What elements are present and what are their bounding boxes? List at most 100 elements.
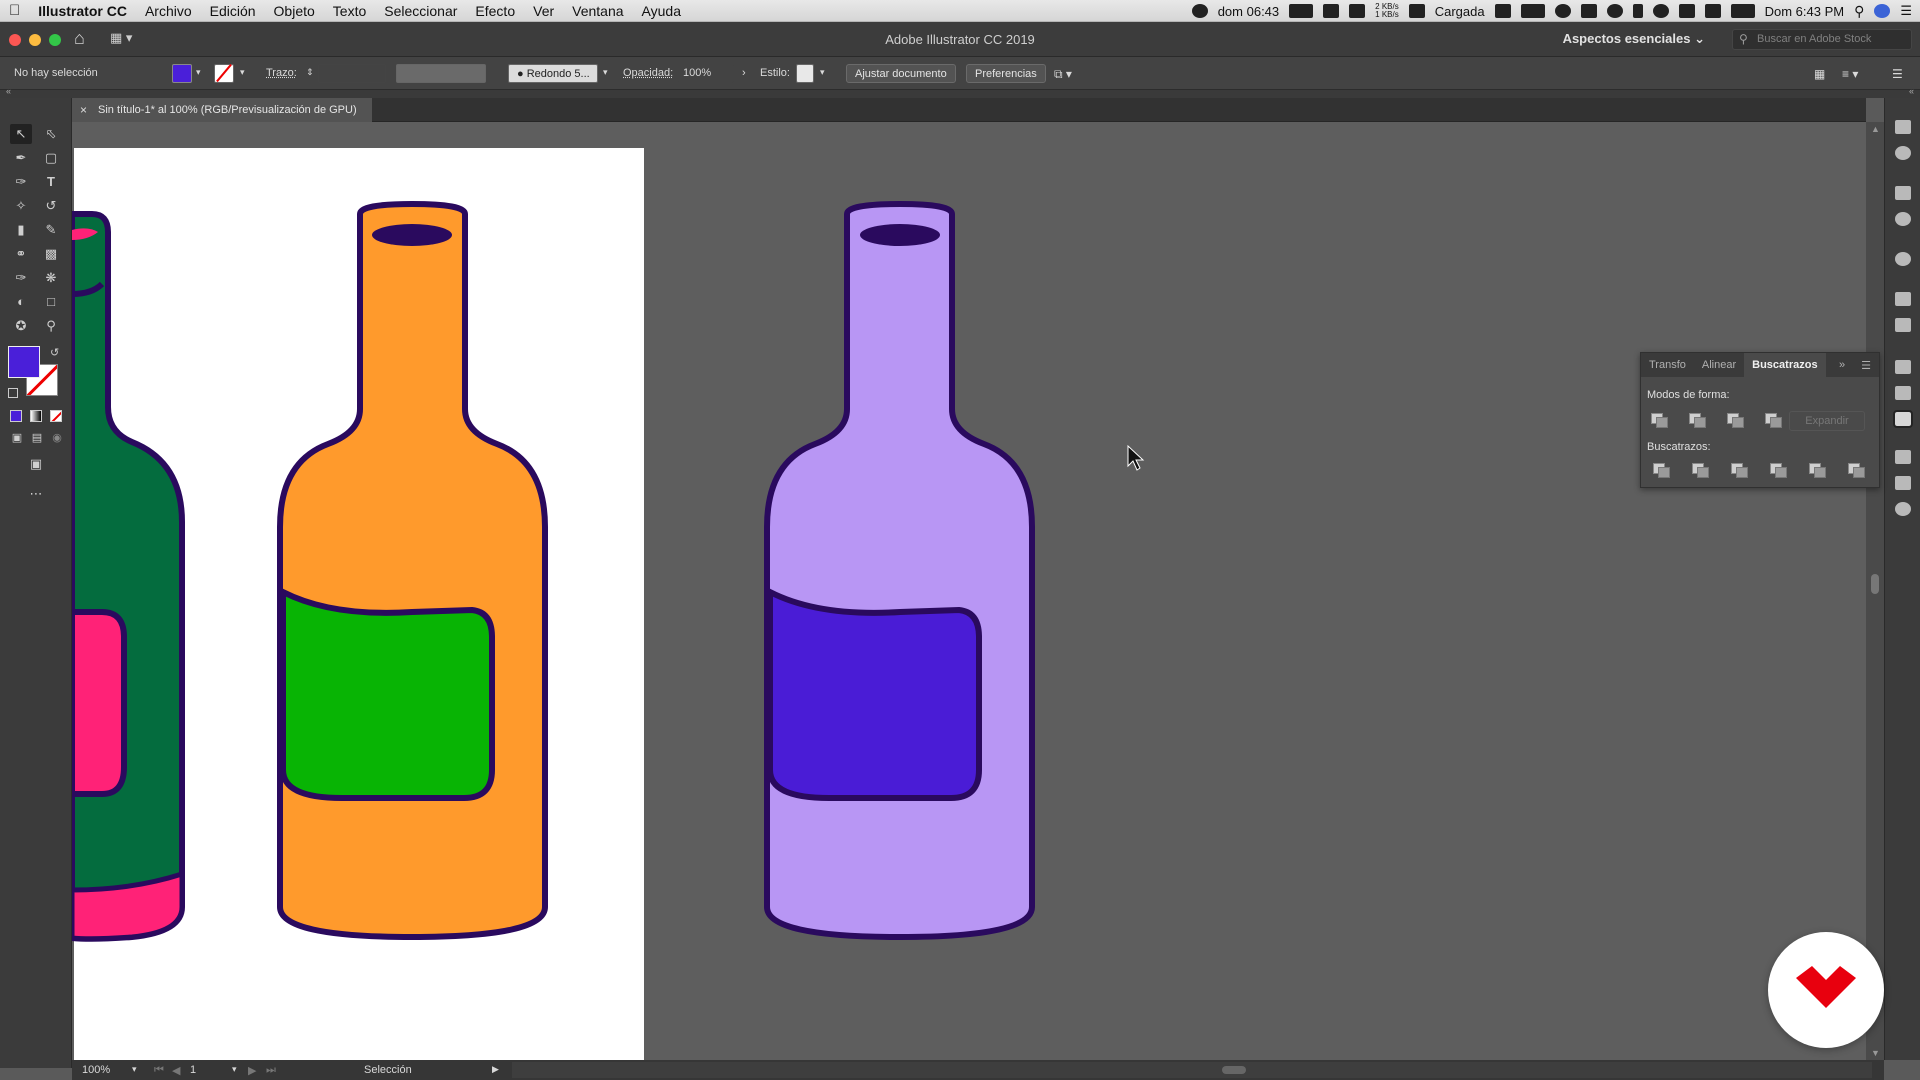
battery-icon[interactable]	[1730, 4, 1755, 18]
stroke-label[interactable]: Trazo:	[266, 67, 297, 79]
variable-width-profile[interactable]	[396, 64, 486, 83]
menubar-clock-full[interactable]: Dom 6:43 PM	[1765, 4, 1844, 19]
direct-selection-tool-icon[interactable]: ⬁	[40, 124, 62, 144]
color-icon[interactable]	[1895, 212, 1911, 226]
swatches-icon[interactable]	[1895, 292, 1911, 306]
symbols-icon[interactable]	[1895, 318, 1911, 332]
edit-toolbar-icon[interactable]: ⋯	[25, 484, 47, 504]
paragraph-icon[interactable]	[1895, 476, 1911, 490]
draw-normal-icon[interactable]: ▣	[6, 428, 28, 448]
artboard-number[interactable]: 1	[190, 1064, 196, 1076]
notification-center-icon[interactable]: ☰	[1900, 3, 1912, 19]
crop-button[interactable]	[1770, 463, 1787, 478]
align-icon[interactable]	[1895, 386, 1911, 400]
eraser-tool-icon[interactable]: ▮	[10, 220, 32, 240]
opacity-input[interactable]: 100%	[678, 64, 734, 83]
fill-swatch-large[interactable]	[8, 346, 40, 378]
collapse-dock-icon[interactable]: «	[1909, 86, 1914, 96]
lasso-tool-icon[interactable]: ⚭	[10, 244, 32, 264]
next-artboard-icon[interactable]: ▶	[248, 1064, 256, 1077]
rectangle-tool-icon[interactable]: ▢	[40, 148, 62, 168]
first-artboard-icon[interactable]: ⏮	[154, 1064, 164, 1077]
siri-icon[interactable]	[1874, 4, 1891, 18]
menu-ventana[interactable]: Ventana	[563, 3, 632, 19]
eye-icon[interactable]	[1606, 4, 1623, 18]
vertical-scrollbar[interactable]: ▲ ▼	[1866, 122, 1884, 1060]
shape-builder-tool-icon[interactable]: ◐	[10, 292, 32, 312]
stroke-weight-stepper[interactable]: ⇕	[306, 67, 314, 78]
menu-edicion[interactable]: Edición	[201, 3, 265, 19]
status-menu-arrow-icon[interactable]: ▶	[492, 1064, 499, 1075]
screen-mode-icon[interactable]: ▣	[25, 454, 47, 474]
artboard-dropdown-icon[interactable]: ▾	[232, 1064, 237, 1075]
scroll-thumb[interactable]	[1871, 574, 1879, 594]
airplay-icon[interactable]	[1678, 4, 1695, 18]
appearance-icon[interactable]	[1895, 252, 1911, 266]
graphic-style-swatch[interactable]	[796, 64, 814, 83]
opacity-label[interactable]: Opacidad:	[623, 67, 673, 79]
type-tool-icon[interactable]: T	[40, 172, 62, 192]
current-tool-name[interactable]: Selección	[364, 1064, 412, 1076]
fill-color-swatch[interactable]	[172, 64, 192, 83]
keyboard-icon[interactable]	[1494, 4, 1511, 18]
horizontal-scroll-thumb[interactable]	[1222, 1066, 1246, 1074]
zoom-tool-icon[interactable]: ⚲	[40, 316, 62, 336]
paintbrush-tool-icon[interactable]: ✑	[10, 172, 32, 192]
menu-ver[interactable]: Ver	[524, 3, 563, 19]
brush-definition-dropdown[interactable]: ● Redondo 5...	[508, 64, 598, 83]
exclude-button[interactable]	[1765, 413, 1782, 428]
arrange-icon[interactable]: ▦	[1814, 67, 1825, 81]
unite-button[interactable]	[1651, 413, 1668, 428]
color-mode-icon[interactable]	[10, 410, 22, 422]
outline-button[interactable]	[1809, 463, 1826, 478]
gradient-mode-icon[interactable]	[30, 410, 42, 422]
pen-tool-icon[interactable]: ✒	[10, 148, 32, 168]
panel-collapse-icon[interactable]: »	[1831, 353, 1853, 377]
cpu-meter-icon[interactable]	[1289, 4, 1314, 18]
menu-archivo[interactable]: Archivo	[136, 3, 201, 19]
memory-meter-icon[interactable]	[1323, 4, 1340, 18]
intersect-button[interactable]	[1727, 413, 1744, 428]
divide-button[interactable]	[1653, 463, 1670, 478]
green-bottle[interactable]	[72, 211, 185, 942]
canvas-area[interactable]	[72, 122, 1866, 1060]
stroke-weight-input[interactable]	[318, 64, 386, 83]
battery-small-icon[interactable]	[1408, 4, 1425, 18]
menu-ayuda[interactable]: Ayuda	[633, 3, 690, 19]
battery-status[interactable]: Cargada	[1435, 4, 1485, 19]
disk-meter-icon[interactable]	[1349, 4, 1366, 18]
dropbox-icon[interactable]	[1580, 4, 1597, 18]
trim-button[interactable]	[1692, 463, 1709, 478]
tab-align[interactable]: Alinear	[1694, 353, 1744, 377]
orange-bottle[interactable]	[277, 200, 548, 941]
style-dropdown-icon[interactable]: ▾	[820, 67, 825, 78]
draw-behind-icon[interactable]: ▤	[26, 428, 48, 448]
close-tab-icon[interactable]: ×	[80, 103, 87, 117]
wifi-icon[interactable]	[1652, 4, 1669, 18]
menu-objeto[interactable]: Objeto	[265, 3, 324, 19]
document-tab[interactable]: × Sin título-1* al 100% (RGB/Previsualiz…	[72, 98, 372, 122]
stock-search-input[interactable]: ⚲ Buscar en Adobe Stock	[1732, 29, 1912, 50]
default-fill-stroke-icon[interactable]	[8, 388, 18, 398]
tab-transform[interactable]: Transfo	[1641, 353, 1694, 377]
stroke-dropdown-icon[interactable]: ▾	[240, 67, 245, 78]
layers-icon[interactable]	[1895, 120, 1911, 134]
menu-seleccionar[interactable]: Seleccionar	[375, 3, 466, 19]
selection-tool-icon[interactable]: ↖	[10, 124, 32, 144]
libraries-icon[interactable]	[1895, 146, 1911, 160]
tab-pathfinder[interactable]: Buscatrazos	[1744, 353, 1826, 377]
panel-menu-icon[interactable]: ☰	[1853, 353, 1879, 377]
pathfinder-icon[interactable]	[1893, 410, 1913, 428]
eyedropper-tool-icon[interactable]: ✑	[10, 268, 32, 288]
merge-button[interactable]	[1731, 463, 1748, 478]
rotate-tool-icon[interactable]: ↺	[40, 196, 62, 216]
volume-icon[interactable]	[1704, 4, 1721, 18]
draw-inside-icon[interactable]: ◉	[46, 428, 68, 448]
horizontal-scrollbar[interactable]	[512, 1062, 1872, 1078]
scroll-up-icon[interactable]: ▲	[1871, 124, 1880, 134]
properties-icon[interactable]	[1895, 186, 1911, 200]
menubar-clock-short[interactable]: dom 06:43	[1218, 4, 1279, 19]
scroll-down-icon[interactable]: ▼	[1871, 1048, 1880, 1058]
collapse-tools-icon[interactable]: «	[6, 86, 11, 96]
apple-menu-icon[interactable]: 	[0, 2, 29, 19]
